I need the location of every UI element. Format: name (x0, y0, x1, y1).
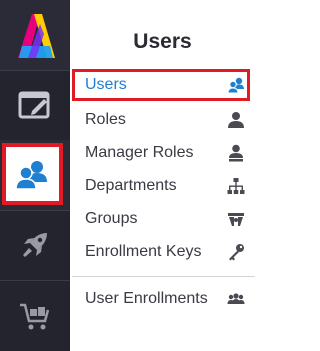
edit-window-icon (18, 91, 50, 119)
users-icon (227, 77, 244, 94)
enrollments-icon (227, 293, 245, 304)
key-icon (229, 244, 244, 261)
app-logo[interactable] (0, 0, 70, 70)
menu-item-users[interactable]: Users (72, 69, 250, 101)
menu-item-enrollment-keys[interactable]: Enrollment Keys (72, 236, 250, 268)
user-icon (228, 112, 244, 128)
manager-icon (229, 144, 243, 162)
menu-item-label: Groups (85, 210, 138, 227)
rail-item-courses[interactable] (0, 70, 70, 140)
left-rail (0, 0, 70, 351)
rocket-icon (23, 233, 47, 257)
menu-item-manager-roles[interactable]: Manager Roles (72, 137, 250, 169)
menu-item-label: Users (85, 76, 127, 93)
rail-item-ecommerce[interactable] (0, 280, 70, 351)
rail-item-launch[interactable] (0, 210, 70, 280)
menu-item-label: Roles (85, 111, 126, 128)
shopping-cart-icon (20, 303, 50, 329)
menu-item-label: Departments (85, 177, 177, 194)
rail-item-users-highlight[interactable] (2, 143, 63, 205)
menu-divider (72, 276, 255, 277)
menu-item-roles[interactable]: Roles (72, 104, 250, 136)
menu-item-groups[interactable]: Groups (72, 203, 250, 235)
users-icon (14, 161, 47, 190)
menu-item-label: Manager Roles (85, 144, 194, 161)
logo-icon (18, 14, 55, 58)
menu-item-label: Enrollment Keys (85, 243, 202, 260)
panel-title: Users (133, 30, 192, 53)
group-icon (228, 213, 244, 226)
menu-item-label: User Enrollments (85, 290, 208, 307)
org-chart-icon (227, 178, 245, 194)
menu-item-departments[interactable]: Departments (72, 170, 250, 202)
menu-item-user-enrollments[interactable]: User Enrollments (72, 283, 250, 315)
